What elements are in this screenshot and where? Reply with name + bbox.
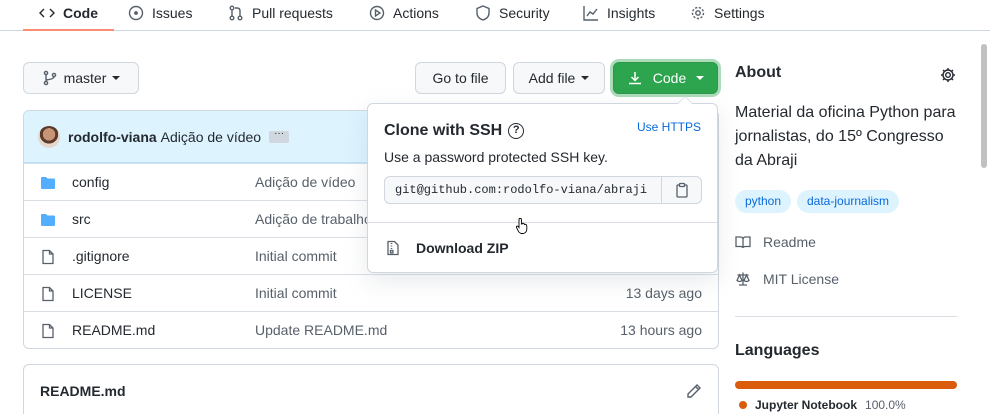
tab-actions[interactable]: Actions — [369, 0, 439, 31]
copy-button[interactable] — [661, 176, 702, 204]
about-heading: About — [735, 64, 782, 81]
issue-icon — [128, 5, 144, 20]
chevron-down-icon — [581, 76, 590, 80]
tab-insights[interactable]: Insights — [583, 0, 655, 31]
branch-label: master — [63, 70, 107, 86]
code-icon — [39, 8, 55, 17]
tab-label: Insights — [607, 4, 656, 21]
language-item[interactable]: Jupyter Notebook 100.0% — [739, 398, 906, 412]
law-icon — [736, 272, 750, 286]
commit-message[interactable]: Adição de vídeo — [161, 129, 261, 145]
file-time: 13 hours ago — [620, 322, 702, 338]
commit-author[interactable]: rodolfo-viana — [68, 129, 157, 145]
clone-title-text: Clone with SSH — [384, 122, 503, 139]
clone-url-input[interactable] — [384, 176, 661, 204]
gear-icon — [691, 6, 705, 19]
tab-settings[interactable]: Settings — [690, 0, 765, 31]
topic-tag[interactable]: data-journalism — [797, 190, 900, 213]
tab-label: Code — [63, 4, 98, 21]
tab-code[interactable]: Code — [23, 0, 114, 31]
divider — [735, 316, 957, 317]
repo-description: Material da oficina Python para jornalis… — [735, 104, 956, 169]
tab-issues[interactable]: Issues — [128, 0, 192, 31]
readme-link-label: Readme — [763, 234, 816, 250]
download-zip-label: Download ZIP — [416, 240, 509, 256]
file-commit-message[interactable]: Update README.md — [255, 322, 387, 338]
gear-icon[interactable] — [940, 67, 956, 83]
add-file-label: Add file — [528, 70, 576, 86]
clone-subtitle: Use a password protected SSH key. — [384, 149, 608, 165]
language-bar — [735, 381, 957, 389]
go-to-file-button[interactable]: Go to file — [415, 62, 506, 94]
chevron-down-icon — [112, 76, 121, 80]
download-zip-button[interactable]: Download ZIP — [368, 222, 717, 273]
hand-cursor-icon — [515, 217, 528, 234]
readme-box: README.md — [23, 364, 719, 414]
tab-label: Issues — [152, 4, 193, 21]
branch-select-button[interactable]: master — [23, 62, 139, 94]
clone-title: Clone with SSH ? — [384, 122, 525, 140]
file-commit-message[interactable]: Initial commit — [255, 285, 337, 301]
language-name: Jupyter Notebook — [755, 398, 858, 412]
readme-link[interactable]: Readme — [735, 234, 816, 250]
languages-heading: Languages — [735, 342, 820, 359]
language-percent: 100.0% — [865, 398, 906, 412]
tab-label: Actions — [393, 4, 439, 21]
file-name[interactable]: src — [72, 211, 91, 227]
branch-icon — [43, 70, 56, 86]
book-icon — [735, 236, 751, 249]
file-icon — [42, 249, 54, 265]
file-commit-message[interactable]: Adição de trabalho — [255, 211, 372, 227]
download-icon — [628, 72, 641, 85]
file-time: 13 days ago — [625, 285, 702, 301]
commit-expand-button[interactable]: ··· — [269, 128, 290, 143]
language-color-dot — [739, 401, 747, 409]
use-https-link[interactable]: Use HTTPS — [637, 120, 701, 134]
pencil-icon[interactable] — [686, 383, 702, 399]
table-row[interactable]: LICENSE Initial commit 13 days ago — [24, 274, 718, 311]
code-button-label: Code — [652, 70, 687, 86]
topic-tag[interactable]: python — [735, 190, 792, 213]
clone-dropdown: Clone with SSH ? Use HTTPS Use a passwor… — [367, 96, 718, 273]
chevron-down-icon — [696, 76, 705, 80]
tab-security[interactable]: Security — [475, 0, 550, 31]
tab-label: Pull requests — [252, 4, 333, 21]
add-file-button[interactable]: Add file — [513, 62, 605, 94]
tab-label: Security — [499, 4, 550, 21]
question-icon[interactable]: ? — [508, 123, 525, 139]
file-name[interactable]: config — [72, 174, 109, 190]
file-name[interactable]: LICENSE — [72, 285, 132, 301]
play-icon — [369, 5, 385, 20]
file-icon — [42, 286, 54, 302]
file-icon — [42, 323, 54, 339]
repo-tab-nav: Code Issues Pull requests Actions Securi… — [0, 0, 990, 31]
file-commit-message[interactable]: Initial commit — [255, 248, 337, 264]
scrollbar[interactable] — [981, 44, 987, 168]
file-name[interactable]: README.md — [72, 322, 155, 338]
avatar[interactable] — [38, 125, 60, 148]
file-name[interactable]: .gitignore — [72, 248, 130, 264]
code-button[interactable]: Code — [613, 62, 718, 94]
license-link[interactable]: MIT License — [735, 271, 839, 287]
graph-icon — [583, 5, 598, 21]
readme-title: README.md — [40, 383, 126, 399]
folder-icon — [41, 177, 55, 189]
table-row[interactable]: README.md Update README.md 13 hours ago — [24, 311, 718, 348]
shield-icon — [476, 4, 490, 21]
folder-icon — [41, 214, 55, 226]
go-to-file-label: Go to file — [432, 70, 489, 86]
license-link-label: MIT License — [763, 271, 839, 287]
pull-request-icon — [229, 5, 243, 20]
tab-label: Settings — [714, 4, 765, 21]
file-commit-message[interactable]: Adição de vídeo — [255, 174, 355, 190]
clipboard-icon — [675, 182, 688, 198]
tab-pull-requests[interactable]: Pull requests — [228, 0, 333, 31]
file-zip-icon — [387, 240, 399, 256]
